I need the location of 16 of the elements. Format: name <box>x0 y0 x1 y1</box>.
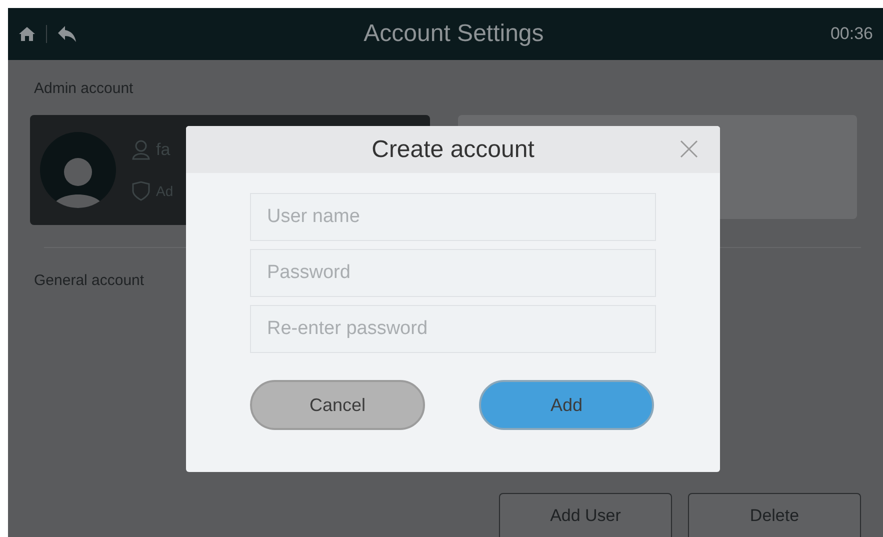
home-icon[interactable] <box>18 26 36 42</box>
input-field[interactable]: Password <box>250 249 656 297</box>
footer-button[interactable]: Add User <box>499 493 672 537</box>
shield-icon <box>132 181 150 202</box>
section-title: General account <box>34 270 144 290</box>
input-field[interactable]: User name <box>250 193 656 241</box>
dialog-button[interactable]: Cancel <box>250 380 425 430</box>
page-title: Account Settings <box>364 19 544 49</box>
user-icon <box>132 140 150 160</box>
clock-time: 00:36 <box>830 23 873 46</box>
back-arrow-icon[interactable] <box>57 25 77 43</box>
dialog-title: Create account <box>372 134 534 164</box>
input-field[interactable]: Re-enter password <box>250 305 656 353</box>
dialog-button[interactable]: Add <box>479 380 654 430</box>
footer-button[interactable]: Delete <box>688 493 861 537</box>
section-title: Admin account <box>34 79 134 99</box>
